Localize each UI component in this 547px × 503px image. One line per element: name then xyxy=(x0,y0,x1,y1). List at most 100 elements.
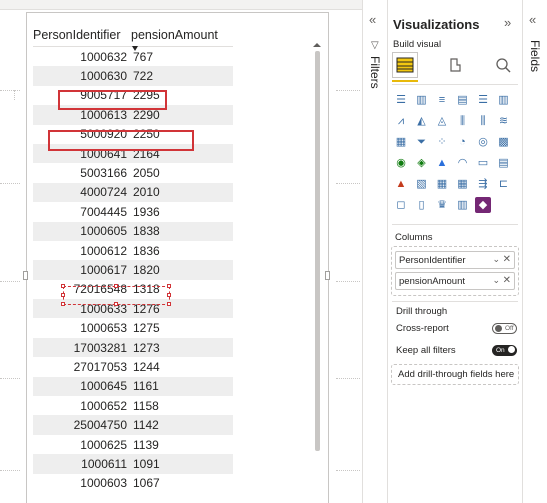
r-visual-icon[interactable]: ⇶ xyxy=(475,176,491,192)
table-row[interactable]: 5003166 2050 xyxy=(33,163,233,182)
build-visual-tab[interactable] xyxy=(392,52,418,78)
table-row[interactable]: 1000617 1820 xyxy=(33,260,233,280)
table-row[interactable]: 17003281 1273 xyxy=(33,337,233,358)
table-row[interactable]: 1000653 1275 xyxy=(33,318,233,337)
card-icon[interactable]: ▭ xyxy=(475,155,491,171)
map-icon[interactable]: ◉ xyxy=(393,155,409,171)
columns-well[interactable]: PersonIdentifier ⌄ ✕ pensionAmount ⌄ ✕ xyxy=(391,246,519,296)
clustered-column-chart-icon[interactable]: ▤ xyxy=(455,92,471,108)
column-header-pension-amount[interactable]: pensionAmount xyxy=(131,28,231,51)
format-visual-tab[interactable] xyxy=(442,52,468,78)
100-stacked-bar-icon[interactable]: ☰ xyxy=(475,92,491,108)
table-row[interactable]: 7004445 1936 xyxy=(33,202,233,221)
cell-pension-amount: 1091 xyxy=(133,456,160,471)
cell-person-identifier: 5003166 xyxy=(80,166,127,181)
table-row[interactable]: 1000630 722 xyxy=(33,66,233,86)
analytics-tab[interactable] xyxy=(490,52,516,78)
matrix-icon[interactable]: ▦ xyxy=(455,176,471,192)
resize-handle-left[interactable] xyxy=(23,271,28,280)
remove-field-icon[interactable]: ✕ xyxy=(503,275,511,286)
table-visual-icon[interactable]: ▦ xyxy=(434,176,450,192)
cell-pension-amount: 1139 xyxy=(133,437,159,452)
vertical-scrollbar[interactable] xyxy=(315,51,320,451)
kpi-icon[interactable]: ▲ xyxy=(393,176,409,192)
slicer-icon[interactable]: ▧ xyxy=(414,176,430,192)
filled-map-icon[interactable]: ◈ xyxy=(414,155,430,171)
table-row[interactable]: 1000611 1091 xyxy=(33,454,233,474)
filters-label[interactable]: Filters xyxy=(368,56,382,89)
table-row[interactable]: 1000625 1139 xyxy=(33,435,233,454)
report-canvas: PersonIdentifier pensionAmount 1000632 76… xyxy=(0,0,362,503)
fields-collapse-icon[interactable]: « xyxy=(529,12,536,27)
line-column-chart-icon[interactable]: ⫼ xyxy=(455,113,471,129)
stacked-area-icon[interactable]: ◬ xyxy=(434,113,450,129)
column-header-pension-amount-label: pensionAmount xyxy=(131,28,218,42)
cell-person-identifier: 25004750 xyxy=(73,418,127,433)
cell-person-identifier: 27017053 xyxy=(73,359,127,374)
table-row[interactable]: 1000645 1161 xyxy=(33,376,233,397)
visualizations-title: Visualizations xyxy=(393,17,480,32)
gauge-icon[interactable]: ◠ xyxy=(455,155,471,171)
filters-collapse-icon[interactable]: « xyxy=(369,12,376,27)
table-row[interactable]: 27017053 1244 xyxy=(33,357,233,376)
cell-pension-amount: 1820 xyxy=(133,262,160,277)
table-row[interactable]: 25004750 1142 xyxy=(33,415,233,435)
table-row[interactable]: 1000605 1838 xyxy=(33,221,233,241)
funnel-chart-icon[interactable]: ⏷ xyxy=(414,134,430,150)
scroll-up-arrow-icon[interactable] xyxy=(313,43,321,47)
100-stacked-column-icon[interactable]: ▥ xyxy=(496,92,512,108)
cell-person-identifier: 1000645 xyxy=(80,379,127,394)
area-chart-icon[interactable]: ◭ xyxy=(414,113,430,129)
power-apps-icon[interactable]: ◆ xyxy=(475,197,491,213)
line-clustered-column-icon[interactable]: ⫼ xyxy=(475,113,491,129)
columns-well-label: Columns xyxy=(395,232,433,243)
scatter-chart-icon[interactable]: ⁘ xyxy=(434,134,450,150)
donut-chart-icon[interactable]: ◎ xyxy=(475,134,491,150)
field-pill-person-identifier[interactable]: PersonIdentifier ⌄ ✕ xyxy=(395,251,515,269)
cell-person-identifier: 17003281 xyxy=(73,340,127,355)
cell-person-identifier: 1000611 xyxy=(81,456,127,471)
table-row[interactable]: 4000724 2010 xyxy=(33,182,233,203)
table-row[interactable]: 1000603 1067 xyxy=(33,474,233,493)
key-influencers-icon[interactable]: ♛ xyxy=(434,197,450,213)
waterfall-chart-icon[interactable]: ▦ xyxy=(393,134,409,150)
keep-all-filters-toggle[interactable]: On xyxy=(492,345,517,356)
paginated-report-icon[interactable]: ▯ xyxy=(414,197,430,213)
chevron-down-icon[interactable]: ⌄ xyxy=(492,275,500,286)
format-brush-icon xyxy=(450,58,461,72)
cell-pension-amount: 1158 xyxy=(133,398,159,413)
drill-through-title: Drill through xyxy=(396,306,448,317)
field-pill-pension-amount[interactable]: pensionAmount ⌄ ✕ xyxy=(395,272,515,290)
clustered-bar-chart-icon[interactable]: ≡ xyxy=(434,92,450,108)
cell-pension-amount: 1836 xyxy=(133,243,160,258)
filters-pane[interactable]: « ▽ Filters xyxy=(362,0,387,503)
table-row[interactable]: 1000652 1158 xyxy=(33,396,233,415)
cell-person-identifier: 1000612 xyxy=(80,243,127,258)
column-header-person-identifier[interactable]: PersonIdentifier xyxy=(33,28,131,42)
resize-handle-right[interactable] xyxy=(325,271,330,280)
table-row[interactable]: 1000612 1836 xyxy=(33,241,233,260)
line-chart-icon[interactable]: ⩘ xyxy=(393,113,409,129)
multi-row-card-icon[interactable]: ▤ xyxy=(496,155,512,171)
ribbon-chart-icon[interactable]: ≋ xyxy=(496,113,512,129)
qna-icon[interactable]: ◻ xyxy=(393,197,409,213)
cell-pension-amount: 1244 xyxy=(133,359,160,374)
chevron-down-icon[interactable]: ⌄ xyxy=(492,254,500,265)
fields-label[interactable]: Fields xyxy=(528,40,542,72)
smart-narrative-icon[interactable]: ▥ xyxy=(455,197,471,213)
visual-tabs xyxy=(392,52,519,80)
azure-map-icon[interactable]: ▲ xyxy=(434,155,450,171)
treemap-icon[interactable]: ▩ xyxy=(496,134,512,150)
remove-field-icon[interactable]: ✕ xyxy=(503,254,511,265)
add-drill-through-fields-zone[interactable]: Add drill-through fields here xyxy=(391,364,519,385)
cell-pension-amount: 1275 xyxy=(133,321,160,336)
table-visual[interactable]: PersonIdentifier pensionAmount 1000632 76… xyxy=(23,12,330,503)
pie-chart-icon[interactable]: ◔ xyxy=(455,134,471,150)
cross-report-toggle[interactable]: Off xyxy=(492,323,517,334)
visualizations-collapse-icon[interactable]: » xyxy=(504,15,511,30)
stacked-column-chart-icon[interactable]: ▥ xyxy=(414,92,430,108)
fields-pane[interactable]: « Fields xyxy=(522,0,547,503)
decomposition-tree-icon[interactable]: ⊏ xyxy=(496,176,512,192)
cell-person-identifier: 1000625 xyxy=(80,437,127,452)
stacked-bar-chart-icon[interactable]: ☰ xyxy=(393,92,409,108)
